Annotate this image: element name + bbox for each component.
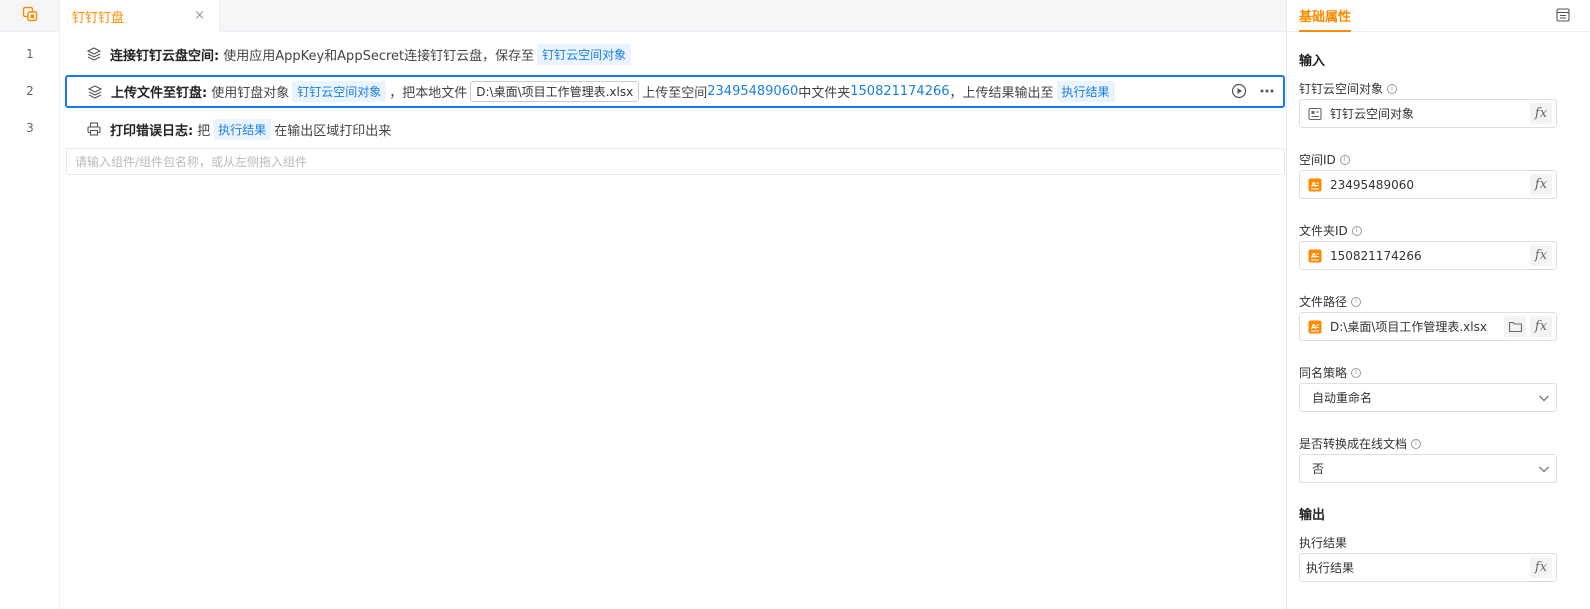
convert-select[interactable]: 否 xyxy=(1299,454,1557,483)
step-title: 连接钉钉云盘空间: xyxy=(110,48,220,64)
text-type-icon: A xyxy=(1308,320,1322,334)
space-id-field[interactable]: A 23495489060 fx xyxy=(1299,170,1557,199)
output-section-title: 输出 xyxy=(1299,508,1326,523)
layers-icon xyxy=(86,46,102,62)
file-path-field[interactable]: A D:\桌面\项目工作管理表.xlsx fx xyxy=(1299,312,1557,341)
tab-bar: 钉钉钉盘 × xyxy=(60,0,1286,32)
strategy-select[interactable]: 自动重命名 xyxy=(1299,383,1557,412)
step-row-connect[interactable]: 连接钉钉云盘空间: 使用应用AppKey和AppSecret连接钉钉云盘，保存至… xyxy=(66,38,634,70)
chevron-down-icon xyxy=(1538,392,1550,407)
input-section-title: 输入 xyxy=(1299,54,1326,69)
select-value: 自动重命名 xyxy=(1312,391,1373,405)
object-icon xyxy=(1308,107,1322,121)
fx-button[interactable]: fx xyxy=(1530,557,1552,578)
field-label: 文件夹ID i xyxy=(1299,222,1362,239)
gutter-header xyxy=(0,0,59,32)
field-label-text: 是否转换成在线文档 xyxy=(1299,437,1408,451)
field-value: 150821174266 xyxy=(1330,248,1422,263)
play-icon[interactable] xyxy=(1231,83,1247,103)
field-label: 是否转换成在线文档 i xyxy=(1299,435,1422,452)
printer-icon xyxy=(86,121,102,137)
field-label-text: 文件夹ID xyxy=(1299,224,1348,238)
component-search-input[interactable]: 请输入组件/组件包名称，或从左侧拖入组件 xyxy=(66,148,1285,175)
row-actions xyxy=(1231,83,1275,103)
step-text: ，把本地文件 xyxy=(389,86,468,101)
info-icon[interactable]: i xyxy=(1387,83,1398,94)
space-id-value[interactable]: 23495489060 xyxy=(707,84,798,99)
variable-tag[interactable]: 钉钉云空间对象 xyxy=(292,81,387,102)
step-text: 使用钉盘对象 xyxy=(211,86,290,101)
info-icon[interactable]: i xyxy=(1411,438,1422,449)
select-value: 否 xyxy=(1312,462,1325,476)
panel-layout-icon[interactable] xyxy=(1556,8,1570,26)
fx-button[interactable]: fx xyxy=(1530,103,1552,124)
variable-tag[interactable]: 执行结果 xyxy=(213,118,272,140)
step-text: 在输出区域打印出来 xyxy=(274,123,392,139)
field-value: D:\桌面\项目工作管理表.xlsx xyxy=(1330,320,1487,334)
step-text: 上传至空间 xyxy=(642,86,708,101)
text-type-icon: A xyxy=(1308,249,1322,263)
chevron-down-icon xyxy=(1538,463,1550,478)
info-icon[interactable]: i xyxy=(1351,367,1362,378)
field-label-text: 空间ID xyxy=(1299,153,1336,167)
more-icon[interactable] xyxy=(1259,83,1275,103)
info-icon[interactable]: i xyxy=(1351,225,1362,236)
workflow-icon[interactable] xyxy=(22,6,38,26)
dingtalk-object-field[interactable]: 钉钉云空间对象 fx xyxy=(1299,99,1557,128)
field-label: 空间ID i xyxy=(1299,151,1350,168)
fx-button[interactable]: fx xyxy=(1530,174,1552,195)
variable-tag[interactable]: 执行结果 xyxy=(1056,81,1115,102)
step-text: 把 xyxy=(197,123,211,139)
step-row-upload[interactable]: 上传文件至钉盘: 使用钉盘对象 钉钉云空间对象 ，把本地文件 D:\桌面\项目工… xyxy=(65,75,1285,108)
folder-id-field[interactable]: A 150821174266 fx xyxy=(1299,241,1557,270)
tab-label: 钉钉钉盘 xyxy=(72,10,125,26)
field-label-text: 钉钉云空间对象 xyxy=(1299,82,1384,96)
line-number: 2 xyxy=(26,84,34,98)
step-title: 上传文件至钉盘: xyxy=(111,86,208,101)
line-gutter: 1 2 3 xyxy=(0,0,60,609)
text-type-icon: A xyxy=(1308,178,1322,192)
field-value: 23495489060 xyxy=(1330,177,1414,192)
output-result-field[interactable]: 执行结果 fx xyxy=(1299,553,1557,582)
step-text: 使用应用AppKey和AppSecret连接钉钉云盘，保存至 xyxy=(223,48,535,64)
layers-icon xyxy=(87,84,103,100)
info-icon[interactable]: i xyxy=(1339,154,1350,165)
tab-basic-properties[interactable]: 基础属性 xyxy=(1299,6,1352,32)
panel-header: 基础属性 xyxy=(1287,0,1590,32)
file-path-box[interactable]: D:\桌面\项目工作管理表.xlsx xyxy=(470,81,640,102)
line-number: 1 xyxy=(26,47,34,61)
field-label-text: 执行结果 xyxy=(1299,536,1348,550)
field-value: 钉钉云空间对象 xyxy=(1330,107,1415,121)
tab-dingtalk-drive[interactable]: 钉钉钉盘 × xyxy=(60,0,220,32)
field-label: 文件路径 i xyxy=(1299,293,1362,310)
step-text: ，上传结果输出至 xyxy=(949,86,1054,101)
field-label: 同名策略 i xyxy=(1299,364,1362,381)
fx-button[interactable]: fx xyxy=(1530,245,1552,266)
folder-icon[interactable] xyxy=(1504,316,1526,337)
close-icon[interactable]: × xyxy=(194,8,205,23)
variable-tag[interactable]: 钉钉云空间对象 xyxy=(537,43,632,65)
folder-id-value[interactable]: 150821174266 xyxy=(850,84,949,99)
fx-button[interactable]: fx xyxy=(1530,316,1552,337)
field-label-text: 文件路径 xyxy=(1299,295,1348,309)
field-label: 执行结果 xyxy=(1299,534,1347,551)
step-title: 打印错误日志: xyxy=(110,123,194,139)
field-label-text: 同名策略 xyxy=(1299,366,1348,380)
properties-panel: 基础属性 输入 钉钉云空间对象 i 钉钉云空间对象 fx 空间ID i A 23… xyxy=(1286,0,1590,609)
line-number: 3 xyxy=(26,121,34,135)
step-row-print-log[interactable]: 打印错误日志: 把 执行结果 在输出区域打印出来 xyxy=(66,113,391,145)
field-label: 钉钉云空间对象 i xyxy=(1299,80,1398,97)
info-icon[interactable]: i xyxy=(1351,296,1362,307)
field-value: 执行结果 xyxy=(1306,561,1355,575)
step-text: 中文件夹 xyxy=(798,86,851,101)
